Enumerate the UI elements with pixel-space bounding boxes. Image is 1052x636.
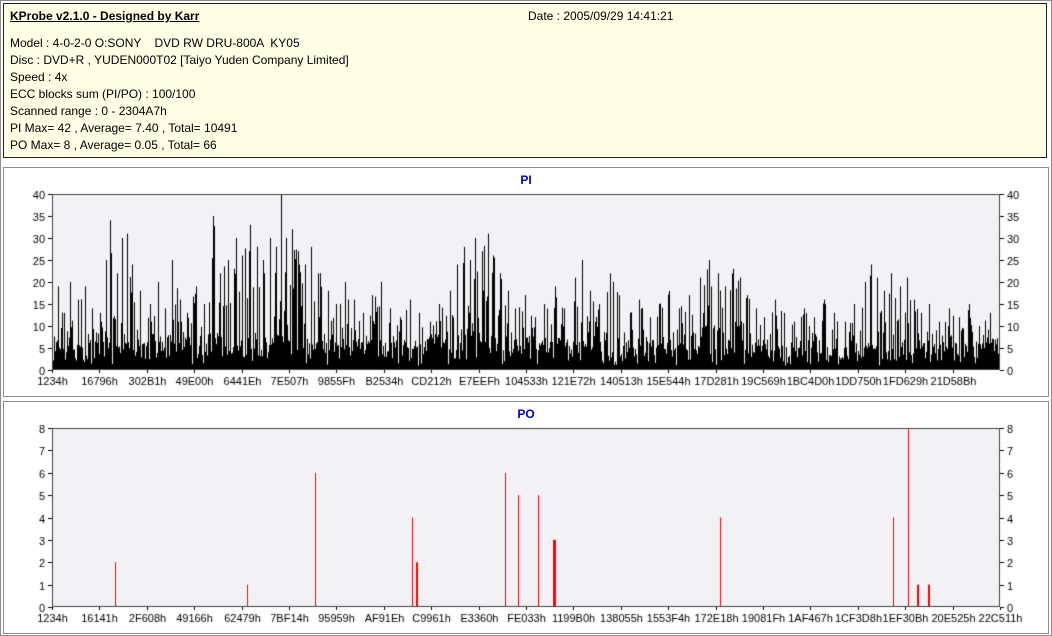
- scan-date: Date : 2005/09/29 14:41:21: [528, 9, 674, 23]
- po-chart-panel: PO: [3, 401, 1049, 634]
- info-po-summary-line: PO Max= 8 , Average= 0.05 , Total= 66: [10, 138, 217, 152]
- info-pi-summary-line: PI Max= 42 , Average= 7.40 , Total= 1049…: [10, 121, 238, 135]
- app-title: KProbe v2.1.0 - Designed by Karr: [10, 9, 200, 23]
- scan-info-lines: Model : 4-0-2-0 O:SONY DVD RW DRU-800A K…: [10, 35, 349, 154]
- info-speed-line: Speed : 4x: [10, 70, 68, 84]
- po-chart-title: PO: [517, 407, 535, 421]
- po-chart-canvas: [4, 402, 1048, 633]
- scan-info-panel: KProbe v2.1.0 - Designed by Karr Date : …: [3, 3, 1047, 158]
- info-model-line: Model : 4-0-2-0 O:SONY DVD RW DRU-800A K…: [10, 36, 300, 50]
- info-disc-line: Disc : DVD+R , YUDEN000T02 [Taiyo Yuden …: [10, 53, 349, 67]
- pi-chart-canvas: [4, 168, 1048, 396]
- info-ecc-blocks-line: ECC blocks sum (PI/PO) : 100/100: [10, 87, 196, 101]
- pi-chart-title: PI: [520, 173, 532, 187]
- kprobe-window: KProbe v2.1.0 - Designed by Karr Date : …: [0, 0, 1052, 636]
- info-scanned-range-line: Scanned range : 0 - 2304A7h: [10, 104, 167, 118]
- pi-chart-panel: PI: [3, 167, 1049, 397]
